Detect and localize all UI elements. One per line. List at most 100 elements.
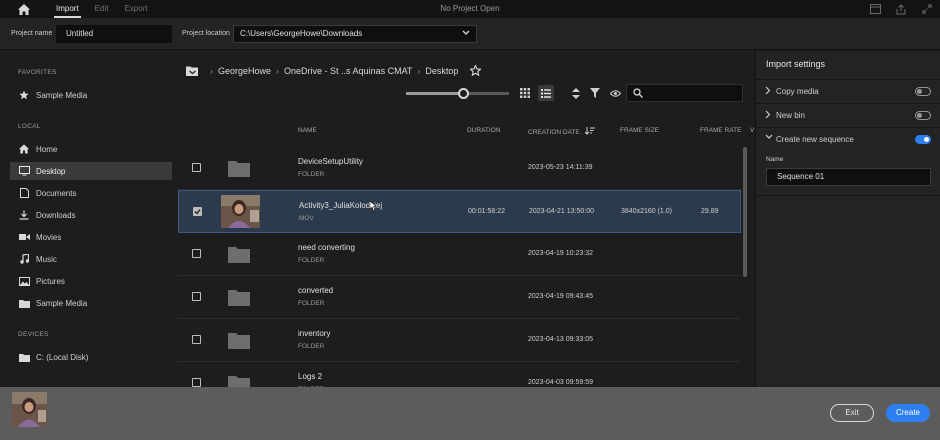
grid-view-button[interactable] (517, 85, 533, 101)
create-sequence-label: Create new sequence (776, 135, 854, 144)
breadcrumb-item-onedrive[interactable]: OneDrive - St ..s Aquinas CMAT (284, 66, 412, 76)
exit-button[interactable]: Exit (830, 404, 874, 422)
table-header: NAME DURATION CREATION DATE FRAME SIZE F… (178, 125, 754, 139)
filter-button[interactable] (587, 85, 603, 101)
thumbnail-size-slider[interactable] (406, 88, 509, 99)
folder-open-icon (186, 66, 198, 76)
file-name: DeviceSetupUtility (298, 157, 363, 166)
panel-toggle-button[interactable] (868, 2, 882, 16)
row-checkbox[interactable] (193, 207, 202, 216)
sidebar-item-label: Documents (36, 188, 77, 198)
document-icon (18, 187, 30, 199)
table-row[interactable]: Logs 2FOLDER2023-04-03 09:59:59 (178, 362, 741, 387)
file-list-scrollbar[interactable] (743, 147, 747, 277)
breadcrumb: › GeorgeHowe › OneDrive - St ..s Aquinas… (186, 65, 482, 76)
sort-icon (572, 87, 580, 99)
folder-icon (228, 161, 250, 177)
file-name: need converting (298, 243, 355, 252)
copy-media-toggle[interactable] (915, 87, 931, 96)
table-row[interactable]: converted FOLDER 2023-04-19 09:43:45 (178, 276, 741, 319)
row-checkbox[interactable] (192, 249, 201, 258)
file-type: MOV (299, 215, 314, 222)
fullscreen-button[interactable] (920, 2, 934, 16)
sidebar-item-pictures[interactable]: Pictures (10, 272, 172, 290)
sidebar-item-music[interactable]: Music (10, 250, 172, 268)
file-creation-date: 2023-04-13 09:33:05 (528, 336, 593, 343)
list-icon (541, 88, 551, 98)
list-view-button[interactable] (538, 85, 554, 101)
table-row[interactable]: Activity3_JuliaKolodziej MOV 00:01:58:22 20… (178, 190, 741, 233)
tab-import[interactable]: Import (48, 0, 87, 18)
tab-edit[interactable]: Edit (87, 0, 117, 18)
slider-handle[interactable] (457, 88, 469, 99)
table-row[interactable]: inventory FOLDER 2023-04-13 09:33:05 (178, 319, 741, 362)
local-heading: LOCAL (18, 123, 41, 130)
folder-icon (228, 290, 250, 306)
download-icon (18, 209, 30, 221)
sidebar-item-sample-media[interactable]: Sample Media (10, 294, 172, 312)
table-row[interactable]: DeviceSetupUtility FOLDER 2023-05-23 14:11… (178, 147, 741, 190)
filter-icon (590, 88, 600, 98)
new-bin-row[interactable]: New bin (756, 103, 940, 127)
tab-export[interactable]: Export (116, 0, 155, 18)
search-input[interactable] (626, 84, 743, 102)
home-icon (18, 3, 30, 15)
sidebar-item-local-disk[interactable]: C: (Local Disk) (10, 348, 172, 366)
file-name: converted (298, 286, 334, 295)
music-icon (18, 253, 30, 265)
panel-title: Import settings (766, 59, 826, 69)
selected-media-thumbnail[interactable] (12, 392, 47, 427)
bottom-bar: Exit Create (0, 387, 940, 440)
column-header-creation-date[interactable]: CREATION DATE (528, 127, 595, 136)
chevron-right-icon (765, 86, 771, 95)
column-header-duration[interactable]: DURATION (467, 127, 500, 134)
file-list: DeviceSetupUtility FOLDER 2023-05-23 14:11… (178, 147, 754, 387)
row-checkbox[interactable] (192, 292, 201, 301)
sidebar-item-label: Music (36, 254, 57, 264)
sidebar-item-movies[interactable]: Movies (10, 228, 172, 246)
column-header-name[interactable]: NAME (298, 127, 317, 134)
sidebar-item-documents[interactable]: Documents (10, 184, 172, 202)
share-icon (896, 3, 906, 14)
row-checkbox[interactable] (192, 163, 201, 172)
breadcrumb-item-user[interactable]: GeorgeHowe (218, 66, 271, 76)
sidebar-item-downloads[interactable]: Downloads (10, 206, 172, 224)
sidebar-item-home[interactable]: Home (10, 140, 172, 158)
column-header-frame-size[interactable]: FRAME SIZE (620, 127, 659, 134)
project-location-select[interactable]: C:\Users\GeorgeHowe\Downloads (233, 25, 477, 43)
chevron-down-icon (462, 30, 470, 35)
project-name-input[interactable]: Untitled (56, 25, 172, 43)
table-row[interactable]: need converting FOLDER 2023-04-19 10:23:32 (178, 233, 741, 276)
folder-icon (228, 247, 250, 263)
devices-heading: DEVICES (18, 331, 49, 338)
divider (756, 195, 940, 196)
column-header-frame-rate[interactable]: FRAME RATE (700, 127, 741, 134)
star-outline-icon[interactable] (470, 65, 482, 76)
home-button[interactable] (0, 0, 48, 18)
column-header-label: CREATION DATE (528, 129, 580, 136)
file-browser: › GeorgeHowe › OneDrive - St ..s Aquinas… (178, 51, 754, 387)
sort-button[interactable] (568, 85, 584, 101)
sort-descending-icon (584, 127, 595, 135)
sidebar-item-desktop[interactable]: Desktop (10, 162, 172, 180)
file-creation-date: 2023-04-19 09:43:45 (528, 293, 593, 300)
create-sequence-row[interactable]: Create new sequence (756, 127, 940, 151)
file-type: FOLDER (298, 300, 325, 307)
top-bar: Import Edit Export No Project Open (0, 0, 940, 18)
row-checkbox[interactable] (192, 378, 201, 387)
create-sequence-toggle[interactable] (915, 135, 931, 144)
browser-toolbar (178, 84, 754, 102)
sidebar-item-sample-media-favorite[interactable]: Sample Media (10, 86, 172, 104)
visibility-button[interactable] (607, 85, 623, 101)
project-location-label: Project location (182, 30, 230, 37)
file-frame-rate: 29.89 (701, 208, 719, 215)
create-button[interactable]: Create (886, 404, 930, 422)
new-bin-toggle[interactable] (915, 111, 931, 120)
folder-icon (228, 333, 250, 349)
sequence-name-input[interactable]: Sequence 01 (766, 168, 931, 186)
breadcrumb-item-desktop[interactable]: Desktop (425, 66, 458, 76)
share-button[interactable] (894, 2, 908, 16)
project-name-label: Project name (11, 30, 53, 37)
row-checkbox[interactable] (192, 335, 201, 344)
copy-media-row[interactable]: Copy media (756, 79, 940, 103)
